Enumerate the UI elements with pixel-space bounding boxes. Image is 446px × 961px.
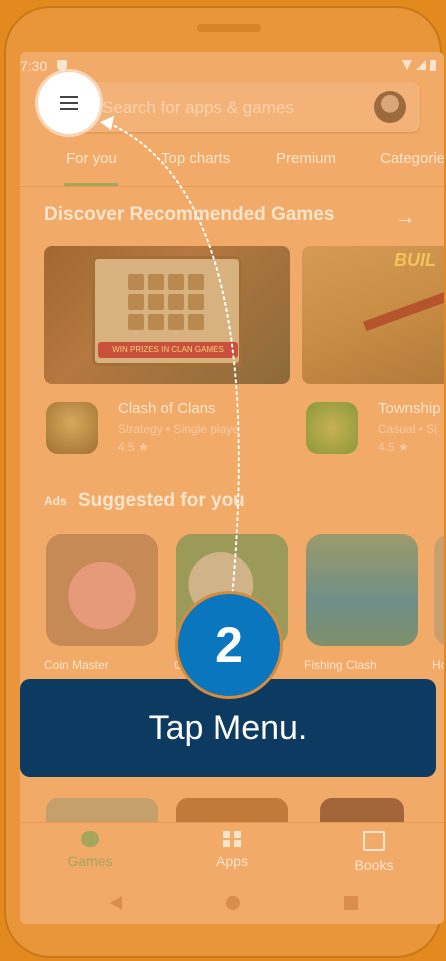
nav-apps[interactable]: Apps	[182, 831, 282, 869]
nav-label: Apps	[216, 853, 248, 869]
nav-label: Games	[67, 853, 113, 869]
section-title-discover: Discover Recommended Games	[44, 204, 335, 225]
bridge-art	[363, 290, 444, 332]
app-subtitle: Strategy • Single playe	[118, 422, 239, 436]
book-icon	[363, 831, 385, 851]
app-tile-coin-master[interactable]	[46, 534, 158, 646]
tab-premium[interactable]: Premium	[276, 150, 336, 167]
promo-text: BUIL	[394, 250, 436, 270]
app-name-township[interactable]: Township	[378, 400, 441, 417]
menu-button-highlight[interactable]	[38, 72, 100, 134]
wifi-icon	[402, 60, 412, 70]
ads-label: Ads	[44, 494, 67, 508]
app-subtitle: Casual • Si	[378, 422, 437, 436]
app-rating: 4.5 ★	[378, 440, 409, 454]
screenshot-grid	[128, 274, 204, 330]
step-number-badge: 2	[178, 594, 280, 696]
signal-icon	[416, 60, 426, 70]
app-tile-fishing-clash[interactable]	[306, 534, 418, 646]
shield-icon	[57, 60, 67, 71]
nav-books[interactable]: Books	[324, 831, 424, 873]
section-title-suggested: Suggested for you	[78, 490, 245, 511]
promo-ribbon: WIN PRIZES IN CLAN GAMES	[98, 342, 238, 358]
status-icons	[402, 60, 436, 71]
system-navigation	[20, 884, 444, 924]
status-time: 7:30	[20, 58, 48, 74]
account-avatar[interactable]	[374, 91, 406, 123]
tile-name[interactable]: Fishing Clash	[304, 658, 377, 672]
nav-label: Books	[354, 857, 394, 873]
screen: 7:30 Search for apps & games For you Top…	[20, 52, 444, 924]
top-tabs: For you Top charts Premium Categories	[20, 150, 444, 180]
battery-icon	[430, 60, 436, 71]
nav-games[interactable]: Games	[40, 831, 140, 869]
apps-grid-icon	[223, 831, 241, 847]
recents-icon[interactable]	[344, 896, 358, 910]
search-bar[interactable]: Search for apps & games	[52, 82, 420, 132]
app-tile-partial[interactable]	[176, 798, 288, 822]
gamepad-icon	[81, 831, 99, 847]
tile-name[interactable]: Ho	[432, 658, 444, 672]
tab-for-you[interactable]: For you	[66, 150, 117, 167]
featured-card-clash-of-clans[interactable]: WIN PRIZES IN CLAN GAMES	[44, 246, 290, 384]
township-icon[interactable]	[306, 402, 358, 454]
search-placeholder[interactable]: Search for apps & games	[102, 98, 294, 118]
phone-speaker	[197, 24, 261, 32]
home-icon[interactable]	[226, 896, 240, 910]
app-name-clash-of-clans[interactable]: Clash of Clans	[118, 400, 216, 417]
bottom-navigation: Games Apps Books	[20, 822, 444, 883]
tabs-divider	[20, 186, 444, 187]
app-tile-ho[interactable]	[434, 534, 444, 646]
arrow-right-icon[interactable]: →	[394, 204, 416, 230]
tile-name[interactable]: Coin Master	[44, 658, 109, 672]
clash-of-clans-icon[interactable]	[46, 402, 98, 454]
menu-icon	[60, 96, 78, 114]
phone-frame: 7:30 Search for apps & games For you Top…	[4, 6, 444, 958]
app-tile-partial[interactable]	[320, 798, 404, 822]
back-icon[interactable]	[110, 896, 122, 910]
featured-card-township[interactable]: BUIL	[302, 246, 444, 384]
app-tile-partial[interactable]	[46, 798, 158, 822]
tab-categories[interactable]: Categories	[380, 150, 444, 167]
app-rating: 4.5 ★	[118, 440, 149, 454]
tab-top-charts[interactable]: Top charts	[161, 150, 230, 167]
